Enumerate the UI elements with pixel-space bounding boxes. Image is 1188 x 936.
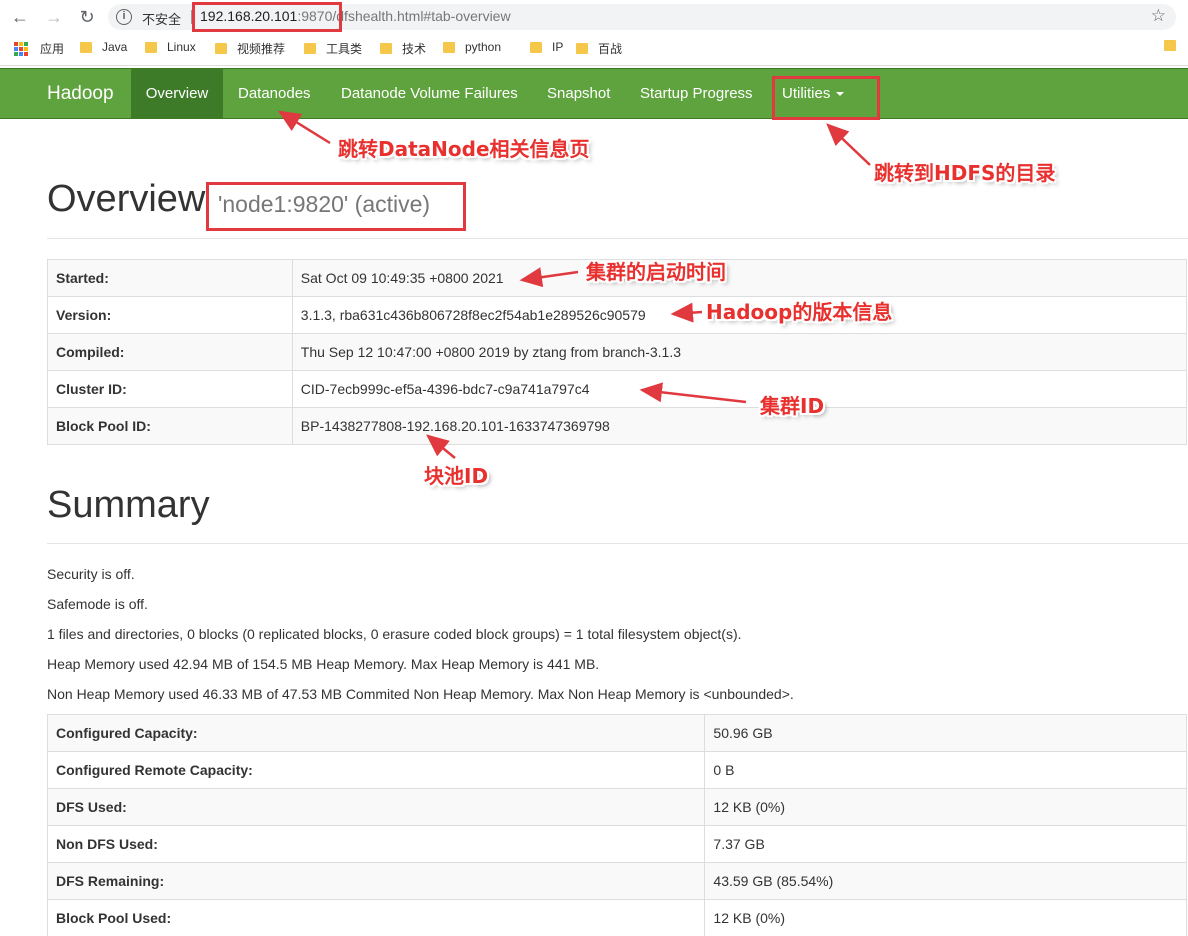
bookmarks-bar: 应用 Java Linux 视频推荐 工具类 技术 python IP 百战 bbox=[0, 38, 1188, 60]
security-status: Security is off. bbox=[47, 566, 135, 582]
overview-table: Started: Sat Oct 09 10:49:35 +0800 2021 V… bbox=[47, 259, 1188, 445]
row-value: 7.37 GB bbox=[704, 825, 1187, 863]
folder-icon bbox=[1164, 40, 1176, 51]
folder-icon bbox=[145, 41, 157, 53]
row-key: Version: bbox=[47, 296, 293, 334]
url-path: /dfshealth.html#tab-overview bbox=[332, 8, 511, 24]
safemode-status: Safemode is off. bbox=[47, 596, 148, 612]
row-key: DFS Used: bbox=[46, 788, 706, 826]
table-row: DFS Used: 12 KB (0%) bbox=[46, 788, 1187, 826]
row-value: 0 B bbox=[704, 751, 1187, 789]
table-row: Non DFS Used: 7.37 GB bbox=[46, 825, 1187, 863]
folder-icon bbox=[576, 43, 588, 54]
browser-chrome: ← → ↻ i 不安全 192.168.20.101:9870/dfshealt… bbox=[0, 0, 1188, 66]
annotation-cluster-id: 集群ID bbox=[760, 394, 825, 418]
row-value: 12 KB (0%) bbox=[704, 899, 1187, 936]
bookmark-ip[interactable]: IP bbox=[530, 40, 563, 54]
row-key: Configured Capacity: bbox=[46, 714, 706, 752]
bookmark-label: 百战 bbox=[598, 42, 623, 56]
folder-icon bbox=[380, 43, 392, 54]
bookmark-label: 应用 bbox=[40, 42, 65, 56]
row-key: Non DFS Used: bbox=[46, 825, 706, 863]
annotation-datanodes: 跳转DataNode相关信息页 bbox=[338, 137, 590, 161]
table-row: Cluster ID: CID-7ecb999c-ef5a-4396-bdc7-c… bbox=[47, 370, 1188, 408]
divider bbox=[47, 238, 1188, 239]
table-row: Block Pool ID: BP-1438277808-192.168.20.1… bbox=[47, 407, 1188, 445]
annotation-utilities: 跳转到HDFS的目录 bbox=[874, 161, 1056, 185]
bookmark-label: Java bbox=[102, 40, 128, 54]
folder-icon bbox=[443, 41, 455, 53]
tab-snapshot[interactable]: Snapshot bbox=[547, 69, 610, 118]
table-row: Configured Capacity: 50.96 GB bbox=[46, 714, 1187, 752]
divider bbox=[47, 543, 1188, 544]
row-key: Block Pool Used: bbox=[46, 899, 706, 936]
bookmark-label: python bbox=[465, 40, 502, 54]
row-value: CID-7ecb999c-ef5a-4396-bdc7-c9a741a797c4 bbox=[291, 370, 1188, 408]
row-key: Cluster ID: bbox=[47, 370, 293, 408]
bookmark-python[interactable]: python bbox=[443, 40, 501, 54]
annotation-block-pool: 块池ID bbox=[424, 464, 489, 488]
url-highlight-box bbox=[192, 2, 342, 32]
row-key: Compiled: bbox=[47, 333, 293, 371]
bookmark-label: 工具类 bbox=[326, 42, 363, 56]
overview-title: Overview bbox=[47, 178, 206, 220]
row-value: 12 KB (0%) bbox=[704, 788, 1187, 826]
tab-datanode-volume-failures[interactable]: Datanode Volume Failures bbox=[341, 69, 518, 118]
row-value: Thu Sep 12 10:47:00 +0800 2019 by ztang … bbox=[291, 333, 1188, 371]
row-value: BP-1438277808-192.168.20.101-16337473697… bbox=[291, 407, 1188, 445]
heap-memory: Heap Memory used 42.94 MB of 154.5 MB He… bbox=[47, 656, 600, 672]
insecure-label: 不安全 bbox=[142, 12, 182, 27]
annotation-version: Hadoop的版本信息 bbox=[706, 300, 893, 324]
bookmark-star-icon[interactable]: ☆ bbox=[1151, 6, 1166, 26]
utilities-highlight-box bbox=[772, 76, 880, 120]
non-heap-memory: Non Heap Memory used 46.33 MB of 47.53 M… bbox=[47, 686, 794, 702]
row-key: DFS Remaining: bbox=[46, 862, 706, 900]
bookmark-label: IP bbox=[552, 40, 564, 54]
arrow-utilities bbox=[826, 123, 871, 166]
bookmark-baizhan[interactable]: 百战 bbox=[576, 40, 622, 57]
table-row: Block Pool Used: 12 KB (0%) bbox=[46, 899, 1187, 936]
hadoop-brand[interactable]: Hadoop bbox=[47, 83, 114, 105]
row-value: 50.96 GB bbox=[704, 714, 1187, 752]
annotation-started: 集群的启动时间 bbox=[586, 260, 726, 284]
bookmark-java[interactable]: Java bbox=[80, 40, 127, 54]
bookmark-label: Linux bbox=[167, 40, 196, 54]
apps-grid-icon bbox=[14, 41, 28, 56]
row-key: Block Pool ID: bbox=[47, 407, 293, 445]
tab-overview[interactable]: Overview bbox=[131, 69, 223, 118]
forward-icon[interactable]: → bbox=[42, 5, 66, 29]
row-value: 43.59 GB (85.54%) bbox=[704, 862, 1187, 900]
table-row: Compiled: Thu Sep 12 10:47:00 +0800 2019 … bbox=[47, 333, 1188, 371]
row-value: Sat Oct 09 10:49:35 +0800 2021 bbox=[291, 259, 1188, 297]
tab-startup-progress[interactable]: Startup Progress bbox=[640, 69, 753, 118]
bookmark-linux[interactable]: Linux bbox=[145, 40, 196, 54]
folder-icon bbox=[80, 41, 92, 53]
row-key: Started: bbox=[47, 259, 293, 297]
table-row: Version: 3.1.3, rba631c436b806728f8ec2f54… bbox=[47, 296, 1188, 334]
bookmark-apps[interactable]: 应用 bbox=[14, 40, 64, 57]
row-key: Configured Remote Capacity: bbox=[46, 751, 706, 789]
filesystem-objects: 1 files and directories, 0 blocks (0 rep… bbox=[47, 626, 742, 642]
summary-title: Summary bbox=[47, 484, 210, 526]
table-row: Configured Remote Capacity: 0 B bbox=[46, 751, 1187, 789]
bookmark-videos[interactable]: 视频推荐 bbox=[215, 40, 285, 57]
tab-datanodes[interactable]: Datanodes bbox=[238, 69, 311, 118]
bookmark-other[interactable] bbox=[1164, 40, 1186, 51]
table-row: DFS Remaining: 43.59 GB (85.54%) bbox=[46, 862, 1187, 900]
bookmark-tech[interactable]: 技术 bbox=[380, 40, 426, 57]
folder-icon bbox=[215, 43, 227, 54]
back-icon[interactable]: ← bbox=[8, 5, 32, 29]
folder-icon bbox=[304, 43, 316, 54]
bookmark-tools[interactable]: 工具类 bbox=[304, 40, 362, 57]
info-icon[interactable]: i bbox=[116, 9, 132, 25]
reload-icon[interactable]: ↻ bbox=[75, 5, 99, 29]
folder-icon bbox=[530, 41, 542, 53]
bookmark-label: 技术 bbox=[402, 42, 427, 56]
bookmark-label: 视频推荐 bbox=[237, 42, 286, 56]
hadoop-navbar: Hadoop Overview Datanodes Datanode Volum… bbox=[0, 68, 1188, 119]
summary-table: Configured Capacity: 50.96 GB Configured … bbox=[46, 714, 1187, 936]
address-highlight-box bbox=[206, 182, 466, 231]
